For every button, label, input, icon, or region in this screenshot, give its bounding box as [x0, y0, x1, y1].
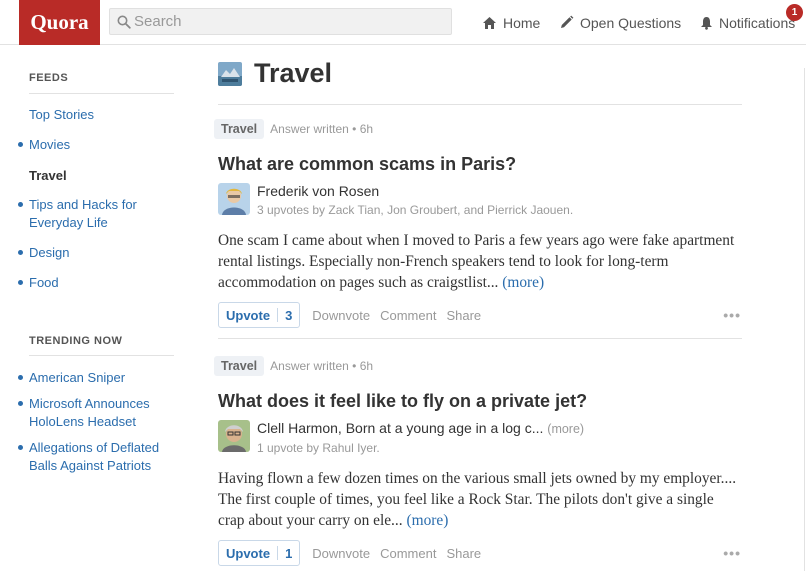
downvote-button[interactable]: Downvote	[312, 308, 370, 323]
notification-count-badge: 1	[786, 4, 803, 21]
author-name[interactable]: Frederik von Rosen	[257, 183, 573, 200]
upvote-count: 1	[285, 545, 293, 561]
unread-dot	[18, 250, 23, 255]
answer-actions: Upvote 3 Downvote Comment Share •••	[218, 302, 744, 328]
upvote-button[interactable]: Upvote 1	[218, 540, 301, 566]
trending-dot	[18, 445, 23, 450]
unread-dot	[18, 142, 23, 147]
sidebar-item-travel[interactable]: Travel	[29, 167, 179, 185]
nav-home[interactable]: Home	[482, 0, 540, 45]
answer-text: One scam I came about when I moved to Pa…	[218, 232, 735, 291]
sidebar-item-movies[interactable]: Movies	[29, 136, 179, 154]
feed-header: Travel	[218, 58, 332, 89]
answer-preview: Having flown a few dozen times on the va…	[218, 468, 744, 531]
home-icon	[483, 16, 496, 29]
upvote-separator	[277, 308, 279, 322]
nav-open-questions[interactable]: Open Questions	[559, 0, 681, 45]
feed-story: Travel Answer written • 6h What does it …	[214, 355, 744, 566]
sidebar-item-design[interactable]: Design	[29, 244, 179, 262]
page-title: Travel	[254, 58, 333, 88]
sidebar-item-food[interactable]: Food	[29, 274, 179, 292]
feeds-heading: FEEDS	[29, 72, 69, 84]
search-input[interactable]	[134, 13, 434, 30]
trending-divider	[29, 355, 174, 356]
bell-icon	[701, 16, 712, 30]
share-button[interactable]: Share	[446, 308, 481, 323]
author-name[interactable]: Clell Harmon, Born at a young age in a l…	[257, 420, 543, 436]
trending-item-american-sniper[interactable]: American Sniper	[29, 369, 179, 387]
nav-notifications[interactable]: Notifications	[700, 0, 795, 45]
more-options-icon[interactable]: •••	[723, 307, 741, 323]
upvote-label: Upvote	[226, 307, 271, 323]
upvote-count: 3	[285, 307, 293, 323]
travel-topic-image	[218, 61, 242, 86]
more-link[interactable]: (more)	[502, 274, 544, 291]
upvoter-list: 3 upvotes by Zack Tian, Jon Groubert, an…	[257, 203, 574, 217]
story-meta: Travel Answer written • 6h	[214, 118, 744, 140]
topic-tag[interactable]: Travel	[214, 356, 265, 376]
avatar[interactable]	[218, 420, 250, 452]
comment-button[interactable]: Comment	[380, 308, 436, 323]
search-icon	[117, 15, 131, 29]
author-row: Clell Harmon, Born at a young age in a l…	[218, 420, 744, 456]
author-row: Frederik von Rosen 3 upvotes by Zack Tia…	[218, 183, 744, 218]
question-title[interactable]: What does it feel like to fly on a priva…	[218, 390, 744, 412]
nav-notifications-label: Notifications	[719, 14, 796, 31]
upvote-button[interactable]: Upvote 3	[218, 302, 301, 328]
feed-story: Travel Answer written • 6h What are comm…	[214, 118, 744, 328]
trending-item-deflated-balls[interactable]: Allegations of Deflated Balls Against Pa…	[29, 439, 179, 475]
nav-open-questions-label: Open Questions	[580, 14, 682, 31]
more-link[interactable]: (more)	[406, 512, 448, 529]
author-credential: Clell Harmon, Born at a young age in a l…	[257, 420, 584, 438]
question-title[interactable]: What are common scams in Paris?	[218, 153, 744, 175]
title-divider	[218, 104, 742, 105]
upvote-label: Upvote	[226, 545, 271, 561]
share-button[interactable]: Share	[446, 546, 481, 561]
answer-actions: Upvote 1 Downvote Comment Share •••	[218, 540, 744, 566]
downvote-button[interactable]: Downvote	[312, 546, 370, 561]
nav-home-label: Home	[503, 14, 541, 31]
topic-tag[interactable]: Travel	[214, 119, 265, 139]
answer-text: Having flown a few dozen times on the va…	[218, 470, 737, 529]
feeds-divider	[29, 93, 174, 94]
story-meta-text: Answer written • 6h	[270, 122, 374, 136]
trending-dot	[18, 401, 23, 406]
upvoter-list: 1 upvote by Rahul Iyer.	[257, 441, 380, 455]
story-meta-text: Answer written • 6h	[270, 359, 374, 373]
top-header: Quora Home Open Questions Notifications …	[0, 0, 806, 45]
upvote-separator	[277, 546, 279, 560]
trending-item-hololens[interactable]: Microsoft Announces HoloLens Headset	[29, 395, 179, 431]
unread-dot	[18, 202, 23, 207]
trending-dot	[18, 375, 23, 380]
sidebar-item-tips-and-hacks[interactable]: Tips and Hacks for Everyday Life	[29, 196, 179, 232]
quora-logo[interactable]: Quora	[19, 0, 100, 45]
pencil-icon	[561, 15, 574, 28]
trending-heading: TRENDING NOW	[29, 335, 123, 347]
story-divider	[218, 338, 742, 339]
comment-button[interactable]: Comment	[380, 546, 436, 561]
story-meta: Travel Answer written • 6h	[214, 355, 744, 377]
answer-preview: One scam I came about when I moved to Pa…	[218, 230, 744, 293]
sidebar-item-top-stories[interactable]: Top Stories	[29, 106, 179, 124]
avatar[interactable]	[218, 183, 250, 215]
credential-more-link[interactable]: (more)	[547, 422, 584, 436]
search-box[interactable]	[109, 8, 452, 35]
more-options-icon[interactable]: •••	[723, 545, 741, 561]
unread-dot	[18, 280, 23, 285]
